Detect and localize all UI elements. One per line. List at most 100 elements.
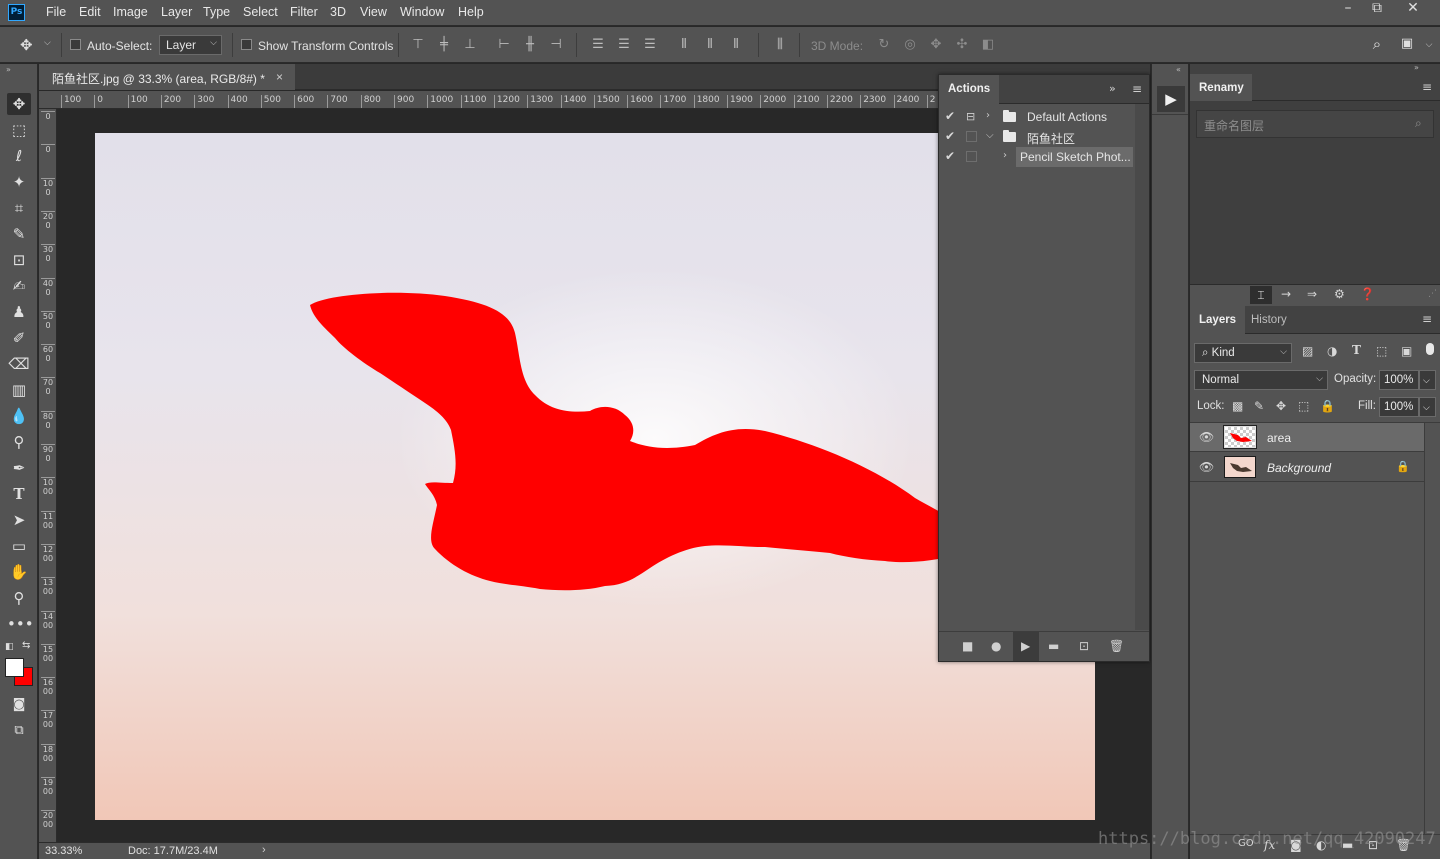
dialog-toggle-icon[interactable] (966, 151, 977, 162)
document-tab[interactable]: 陌鱼社区.jpg @ 33.3% (area, RGB/8#) * × (39, 64, 295, 90)
distribute-horizontal-center-icon[interactable]: ⦀ (703, 38, 717, 52)
3d-roll-icon[interactable]: ◎ (903, 38, 917, 52)
chevron-right-icon[interactable]: › (986, 110, 990, 121)
auto-align-layers-icon[interactable]: ⫼ (773, 38, 787, 52)
search-icon[interactable]: ⌕ (1415, 116, 1422, 131)
menu-layer[interactable]: Layer (161, 5, 192, 19)
filter-kind-dropdown[interactable]: ⌕ Kind ⌵ (1194, 343, 1292, 363)
resize-grip-icon[interactable]: ⋰ (1428, 289, 1437, 299)
layer-thumbnail[interactable] (1223, 425, 1257, 449)
stamp-tool-icon[interactable]: ♟ (7, 301, 31, 323)
check-icon[interactable]: ✔ (945, 109, 955, 123)
lock-position-icon[interactable]: ✥ (1276, 399, 1286, 413)
close-icon[interactable]: × (276, 70, 283, 84)
layer-thumbnail[interactable] (1224, 456, 1256, 478)
chevron-right-icon[interactable]: › (262, 844, 266, 856)
filter-shape-icon[interactable]: ⬚ (1376, 344, 1387, 358)
auto-select-target-dropdown[interactable]: Layer ⌵ (159, 35, 222, 55)
frame-tool-icon[interactable]: ⊡ (7, 249, 31, 271)
panel-menu-icon[interactable]: ≡ (1422, 80, 1432, 94)
tab-layers[interactable]: Layers (1190, 306, 1246, 334)
menu-image[interactable]: Image (113, 5, 148, 19)
menu-type[interactable]: Type (203, 5, 230, 19)
collapse-arrows-icon[interactable]: » (1109, 82, 1116, 95)
move-tool-icon[interactable]: ✥ (20, 36, 33, 54)
align-right-icon[interactable]: ⊣ (549, 38, 563, 52)
align-horizontal-center-icon[interactable]: ╫ (523, 38, 537, 52)
swap-colors-icon[interactable]: ⇆ (22, 640, 30, 651)
record-icon[interactable]: ● (991, 639, 1001, 653)
menu-filter[interactable]: Filter (290, 5, 318, 19)
distribute-bottom-icon[interactable]: ☰ (643, 38, 657, 52)
stop-icon[interactable]: ■ (962, 639, 973, 653)
type-tool-icon[interactable]: T (7, 483, 31, 505)
layer-name[interactable]: Background (1267, 461, 1331, 475)
tab-history[interactable]: History (1242, 306, 1296, 334)
eye-icon[interactable]: 👁 (1199, 460, 1214, 474)
lock-artboard-icon[interactable]: ⬚ (1298, 399, 1309, 413)
action-row[interactable]: ✔ › Pencil Sketch Phot... (939, 147, 1135, 167)
align-top-icon[interactable]: ⊤ (411, 38, 425, 52)
chevron-down-icon[interactable]: ⌵ (986, 130, 994, 141)
lock-all-icon[interactable]: 🔒 (1320, 399, 1335, 413)
distribute-left-icon[interactable]: ⦀ (677, 38, 691, 52)
layer-row-background[interactable]: 👁 Background 🔒 (1190, 453, 1424, 482)
filter-pixel-icon[interactable]: ▨ (1302, 344, 1313, 358)
rename-search-input[interactable]: 重命名图层 ⌕ (1196, 110, 1434, 138)
collapse-arrows-icon[interactable]: » (1414, 63, 1419, 72)
menu-edit[interactable]: Edit (79, 5, 101, 19)
lasso-tool-icon[interactable]: ℓ (7, 145, 31, 167)
3d-orbit-icon[interactable]: ↻ (877, 38, 891, 52)
distribute-vertical-center-icon[interactable]: ☰ (617, 38, 631, 52)
fill-dropdown[interactable]: ⌵ (1419, 397, 1436, 417)
align-vertical-center-icon[interactable]: ╪ (437, 38, 451, 52)
help-icon[interactable]: ❓ (1360, 287, 1375, 301)
eraser-tool-icon[interactable]: ⌫ (7, 353, 31, 375)
hand-tool-icon[interactable]: ✋ (7, 561, 31, 583)
expand-arrows-icon[interactable]: « (1176, 65, 1181, 74)
crop-tool-icon[interactable]: ⌗ (7, 197, 31, 219)
menu-window[interactable]: Window (400, 5, 444, 19)
3d-slide-icon[interactable]: ✣ (955, 38, 969, 52)
panel-menu-icon[interactable]: ≡ (1422, 312, 1432, 326)
opacity-input[interactable]: 100% (1379, 370, 1419, 390)
move-tool-icon[interactable]: ✥ (7, 93, 31, 115)
path-selection-tool-icon[interactable]: ➤ (7, 509, 31, 531)
dialog-toggle-icon[interactable]: ⊟ (966, 110, 975, 123)
gradient-tool-icon[interactable]: ▥ (7, 379, 31, 401)
pen-tool-icon[interactable]: ✒ (7, 457, 31, 479)
play-icon[interactable]: ▶ (1021, 639, 1030, 653)
restore-button[interactable]: ⧉ (1362, 0, 1392, 20)
scrollbar[interactable] (1135, 104, 1149, 630)
filter-toggle[interactable] (1426, 343, 1434, 355)
chevron-down-icon[interactable]: ⌵ (44, 38, 51, 48)
trash-icon[interactable]: 🗑 (1109, 639, 1124, 653)
chevron-down-icon[interactable]: ⌵ (1422, 38, 1436, 52)
menu-file[interactable]: File (46, 5, 66, 19)
filter-smart-object-icon[interactable]: ▣ (1401, 344, 1412, 358)
action-set-row[interactable]: ✔ ⊟ › Default Actions (939, 107, 1135, 127)
tab-renamy[interactable]: Renamy (1190, 74, 1252, 101)
actions-play-icon[interactable]: ▶ (1157, 86, 1185, 112)
history-brush-tool-icon[interactable]: ✐ (7, 327, 31, 349)
align-left-icon[interactable]: ⊢ (497, 38, 511, 52)
chevron-right-icon[interactable]: › (1003, 150, 1007, 161)
tab-actions[interactable]: Actions (939, 75, 1000, 104)
show-transform-checkbox[interactable] (241, 39, 252, 50)
blur-tool-icon[interactable]: 💧 (7, 405, 31, 427)
blend-mode-dropdown[interactable]: Normal ⌵ (1194, 370, 1328, 390)
foreground-color-swatch[interactable] (5, 658, 24, 677)
new-action-icon[interactable]: ⊡ (1079, 639, 1089, 653)
distribute-top-icon[interactable]: ☰ (591, 38, 605, 52)
layer-row-area[interactable]: 👁 area (1190, 423, 1424, 452)
filter-type-icon[interactable]: T (1352, 343, 1361, 357)
screen-mode-icon[interactable]: ⧉ (7, 720, 31, 742)
minimize-button[interactable]: – (1333, 0, 1363, 20)
layer-name[interactable]: area (1267, 431, 1291, 445)
marquee-tool-icon[interactable]: ⬚ (7, 119, 31, 141)
lock-transparent-icon[interactable]: ▩ (1232, 399, 1243, 413)
3d-pan-icon[interactable]: ✥ (929, 38, 943, 52)
brush-tool-icon[interactable]: ✍ (7, 275, 31, 297)
fill-input[interactable]: 100% (1379, 397, 1419, 417)
menu-view[interactable]: View (360, 5, 387, 19)
